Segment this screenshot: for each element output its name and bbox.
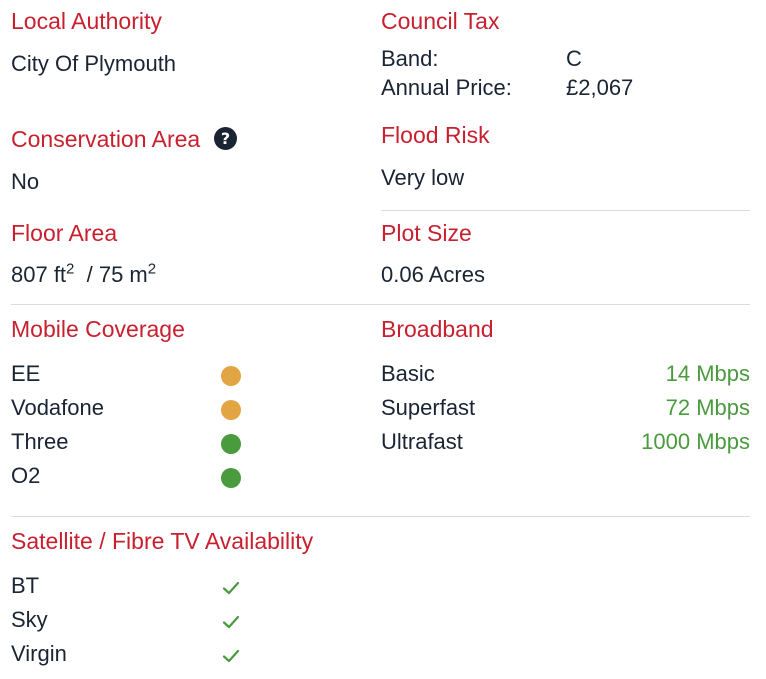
broadband-superfast-label: Superfast <box>381 395 476 420</box>
council-tax-price-label: Annual Price: <box>381 75 512 100</box>
broadband-ultrafast-speed: 1000 Mbps <box>641 429 750 454</box>
local-authority-heading: Local Authority <box>11 8 162 34</box>
tv-provider-bt-label: BT <box>11 573 40 598</box>
broadband-basic-speed: 14 Mbps <box>665 361 750 386</box>
conservation-area-value: No <box>11 169 40 194</box>
network-vodafone-status-dot <box>221 400 241 420</box>
tv-availability-heading: Satellite / Fibre TV Availability <box>11 528 314 554</box>
broadband-basic-label: Basic <box>381 361 435 386</box>
council-tax-band-value: C <box>566 46 582 71</box>
divider-1 <box>381 210 750 211</box>
floor-area-m-sup: 2 <box>147 260 157 278</box>
plot-size-heading: Plot Size <box>381 220 472 246</box>
floor-area-m: / 75 m <box>80 262 148 287</box>
divider-3 <box>11 516 750 517</box>
network-o2-label: O2 <box>11 463 41 488</box>
council-tax-band-label: Band: <box>381 46 439 71</box>
checkmark-icon <box>222 615 240 629</box>
plot-size-value: 0.06 Acres <box>381 262 485 287</box>
broadband-heading: Broadband <box>381 316 494 342</box>
council-tax-heading: Council Tax <box>381 8 500 34</box>
network-three-status-dot <box>221 434 241 454</box>
question-circle-icon[interactable]: ? <box>214 127 237 150</box>
local-authority-value: City Of Plymouth <box>11 51 177 76</box>
checkmark-icon <box>222 649 240 663</box>
tv-provider-sky-label: Sky <box>11 607 48 632</box>
network-o2-status-dot <box>221 468 241 488</box>
network-three-label: Three <box>11 429 69 454</box>
floor-area-heading: Floor Area <box>11 220 118 246</box>
conservation-area-heading: Conservation Area <box>11 126 201 152</box>
network-ee-label: EE <box>11 361 41 386</box>
council-tax-price-value: £2,067 <box>566 75 634 100</box>
checkmark-icon <box>222 581 240 595</box>
floor-area-value: 807 ft2 / 75 m2 <box>11 260 157 287</box>
floor-area-ft-sup: 2 <box>66 260 75 278</box>
broadband-ultrafast-label: Ultrafast <box>381 429 463 454</box>
mobile-coverage-heading: Mobile Coverage <box>11 316 185 342</box>
broadband-superfast-speed: 72 Mbps <box>665 395 750 420</box>
network-ee-status-dot <box>221 366 241 386</box>
flood-risk-heading: Flood Risk <box>381 122 490 148</box>
network-vodafone-label: Vodafone <box>11 395 104 420</box>
floor-area-ft: 807 ft <box>11 262 67 287</box>
divider-2 <box>11 304 750 305</box>
tv-provider-virgin-label: Virgin <box>11 641 67 666</box>
flood-risk-value: Very low <box>381 165 465 190</box>
